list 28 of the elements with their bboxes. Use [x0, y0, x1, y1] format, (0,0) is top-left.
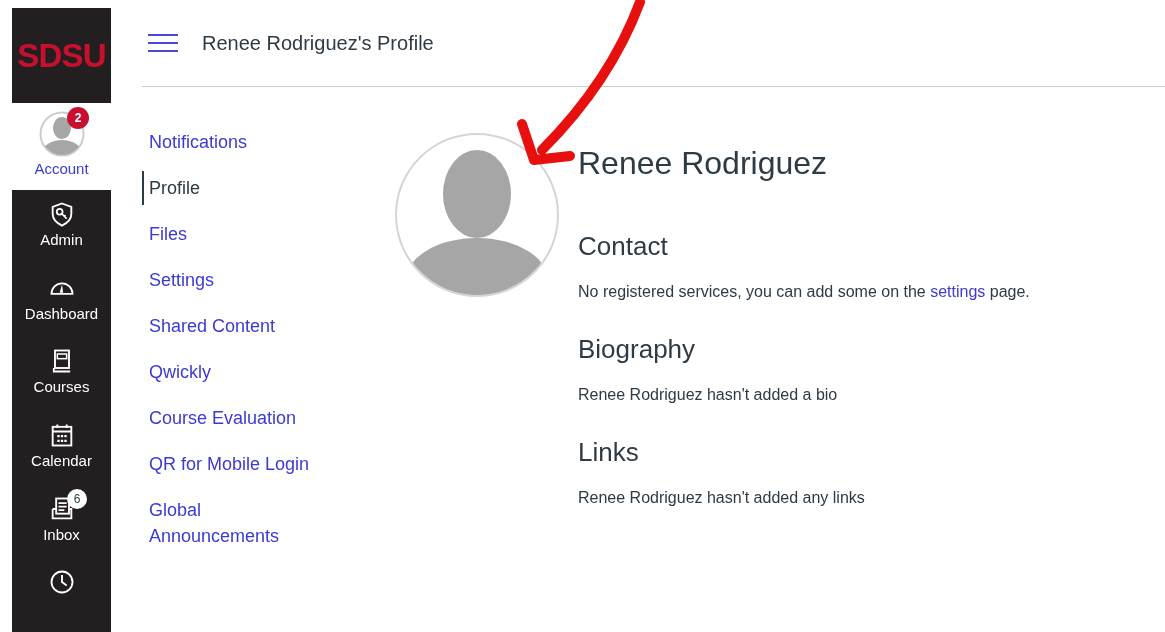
- account-menu-link[interactable]: Profile: [142, 171, 312, 205]
- nav-item[interactable]: Calendar: [12, 411, 111, 485]
- section-heading: Contact: [578, 230, 669, 263]
- nav-item[interactable]: 2 Account: [12, 103, 111, 191]
- section-text: No registered services, you can add some on the settings page.: [578, 282, 1030, 302]
- account-menu-link[interactable]: QR for Mobile Login: [142, 447, 312, 481]
- account-menu-link[interactable]: Files: [142, 217, 312, 251]
- nav-item[interactable]: 6 Inbox: [12, 484, 111, 559]
- section-heading: Biography: [578, 333, 697, 366]
- section-heading: Links: [578, 436, 640, 469]
- account-menu-link[interactable]: Global Announcements: [142, 493, 312, 553]
- nav-item[interactable]: Dashboard: [12, 263, 111, 338]
- section-text: Renee Rodriguez hasn't added any links: [578, 488, 866, 508]
- account-menu-link[interactable]: Settings: [142, 263, 312, 297]
- nav-item[interactable]: Admin: [12, 190, 111, 264]
- menu-icon[interactable]: [148, 31, 180, 55]
- profile-name: Renee Rodriguez: [578, 144, 829, 183]
- avatar-placeholder-icon: [394, 132, 560, 298]
- account-menu-link[interactable]: Course Evaluation: [142, 401, 312, 435]
- account-menu-link[interactable]: Qwickly: [142, 355, 312, 389]
- nav-item[interactable]: Courses: [12, 337, 111, 412]
- account-menu-link[interactable]: Shared Content: [142, 309, 312, 343]
- account-menu-link[interactable]: Notifications: [142, 125, 312, 159]
- count-badge: 6: [67, 488, 87, 509]
- settings-link[interactable]: settings: [930, 283, 986, 300]
- section-text: Renee Rodriguez hasn't added a bio: [578, 385, 839, 405]
- page-title: Renee Rodriguez's Profile: [202, 31, 434, 56]
- count-badge: 2: [67, 107, 89, 130]
